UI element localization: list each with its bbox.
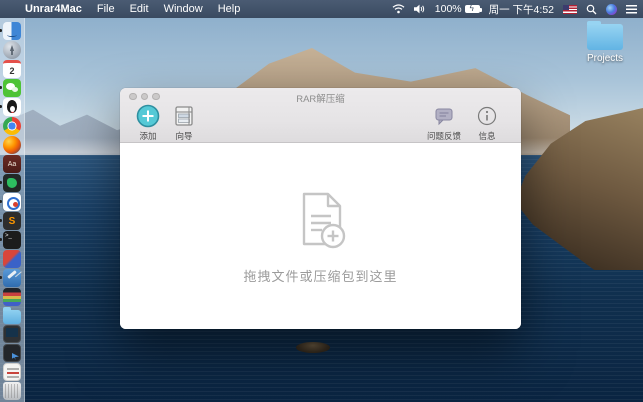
dock-evernote-icon[interactable] — [3, 174, 21, 192]
drop-hint-text: 拖拽文件或压缩包到这里 — [243, 266, 397, 285]
wifi-icon[interactable] — [392, 4, 405, 14]
menu-edit[interactable]: Edit — [130, 3, 149, 15]
drop-zone[interactable]: 拖拽文件或压缩包到这里 — [120, 144, 521, 329]
app-menu-title[interactable]: Unrar4Mac — [25, 3, 82, 15]
battery-icon: ϟ — [465, 5, 480, 13]
menu-window[interactable]: Window — [164, 3, 203, 15]
feedback-button[interactable]: 问题反馈 — [422, 104, 466, 142]
battery-status[interactable]: 100% ϟ — [435, 3, 480, 15]
siri-icon[interactable] — [606, 4, 617, 15]
dock-chrome-icon[interactable] — [3, 117, 21, 135]
dock-launchpad-icon[interactable] — [3, 41, 21, 59]
unrar4mac-window: RAR解压缩 添加 — [120, 88, 521, 329]
info-label: 信息 — [465, 130, 509, 142]
dock-itools-icon[interactable] — [3, 250, 21, 268]
running-indicator — [0, 181, 2, 184]
running-indicator — [0, 86, 2, 89]
dock-calendar-icon[interactable]: 2 — [3, 60, 21, 78]
dock-notes-stack-icon[interactable] — [3, 363, 21, 381]
feedback-bubble-icon — [433, 105, 455, 127]
wizard-button[interactable]: 向导 — [162, 104, 206, 142]
dock-xcode-icon[interactable] — [3, 269, 21, 287]
window-title: RAR解压缩 — [120, 91, 521, 105]
terminal-glyph: >_ — [5, 233, 12, 239]
dock-screen-share-icon[interactable] — [3, 344, 21, 362]
dock-media-app-icon[interactable] — [3, 288, 21, 306]
desktop: Unrar4Mac File Edit Window Help 100% ϟ 周… — [0, 0, 643, 402]
calendar-day: 2 — [9, 66, 14, 76]
wizard-label: 向导 — [162, 130, 206, 142]
dock: 2 Aa S >_ — [0, 18, 25, 402]
volume-icon[interactable] — [414, 4, 426, 14]
running-indicator — [0, 200, 2, 203]
dock-dictionary-icon[interactable]: Aa — [3, 155, 21, 173]
clock[interactable]: 周一 下午4:52 — [489, 2, 554, 17]
add-file-icon — [292, 190, 350, 252]
dock-firefox-icon[interactable] — [3, 136, 21, 154]
add-plus-icon — [136, 104, 160, 128]
dock-unrar4mac-icon[interactable] — [3, 193, 21, 211]
running-indicator — [0, 219, 2, 222]
dock-terminal-icon[interactable]: >_ — [3, 231, 21, 249]
dock-trash-icon[interactable] — [3, 382, 21, 400]
battery-percent: 100% — [435, 3, 462, 15]
menu-bar: Unrar4Mac File Edit Window Help 100% ϟ 周… — [0, 0, 643, 18]
feedback-label: 问题反馈 — [422, 130, 466, 142]
running-indicator — [0, 29, 2, 32]
menu-help[interactable]: Help — [218, 3, 241, 15]
charging-bolt-icon: ϟ — [470, 5, 474, 13]
projects-folder-label: Projects — [581, 53, 629, 64]
projects-folder[interactable]: Projects — [581, 24, 629, 64]
dock-finder-icon[interactable] — [3, 22, 21, 40]
sublime-glyph: S — [9, 216, 16, 227]
dock-display-icon[interactable] — [3, 325, 21, 343]
notification-center-icon[interactable] — [626, 5, 637, 14]
dock-qq-icon[interactable] — [3, 98, 21, 116]
input-source-flag-icon[interactable] — [563, 5, 577, 14]
window-header: RAR解压缩 添加 — [120, 88, 521, 143]
folder-icon — [587, 24, 623, 50]
menu-file[interactable]: File — [97, 3, 115, 15]
dictionary-glyph: Aa — [8, 161, 17, 168]
running-indicator — [0, 238, 2, 241]
spotlight-search-icon[interactable] — [586, 4, 597, 15]
dock-wechat-icon[interactable] — [3, 79, 21, 97]
dock-downloads-folder-icon[interactable] — [3, 310, 21, 324]
running-indicator — [0, 276, 2, 279]
wizard-cabinet-icon — [173, 105, 195, 127]
wallpaper-islet — [296, 342, 330, 353]
info-circle-icon — [476, 105, 498, 127]
info-button[interactable]: 信息 — [465, 104, 509, 142]
running-indicator — [0, 105, 2, 108]
dock-sublime-text-icon[interactable]: S — [3, 212, 21, 230]
